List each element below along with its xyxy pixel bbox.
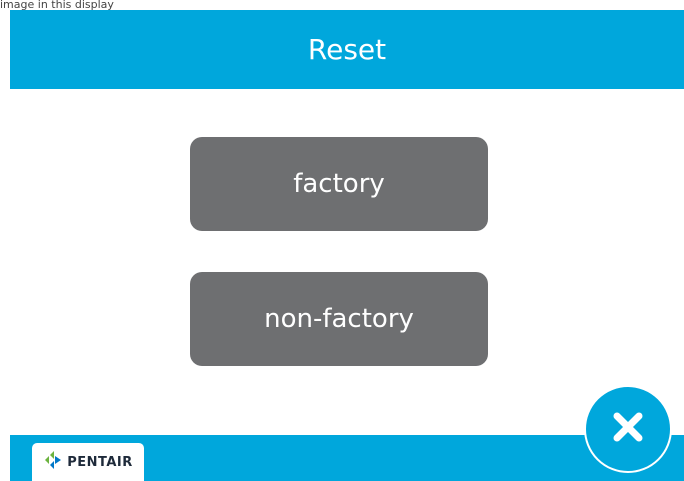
footer-bar: PENTAIR xyxy=(10,435,684,481)
close-button[interactable] xyxy=(584,385,672,473)
pentair-logo: PENTAIR xyxy=(32,443,144,481)
pentair-logo-text: PENTAIR xyxy=(67,454,133,470)
close-icon xyxy=(610,409,646,449)
header-bar: Reset xyxy=(10,10,684,89)
factory-reset-button[interactable]: factory xyxy=(190,137,488,231)
pentair-diamond-icon xyxy=(43,451,63,473)
factory-reset-label: factory xyxy=(293,169,385,199)
top-caption-text: image in this display xyxy=(0,0,114,10)
page-title: Reset xyxy=(307,33,387,66)
non-factory-reset-button[interactable]: non-factory xyxy=(190,272,488,366)
non-factory-reset-label: non-factory xyxy=(264,304,414,334)
